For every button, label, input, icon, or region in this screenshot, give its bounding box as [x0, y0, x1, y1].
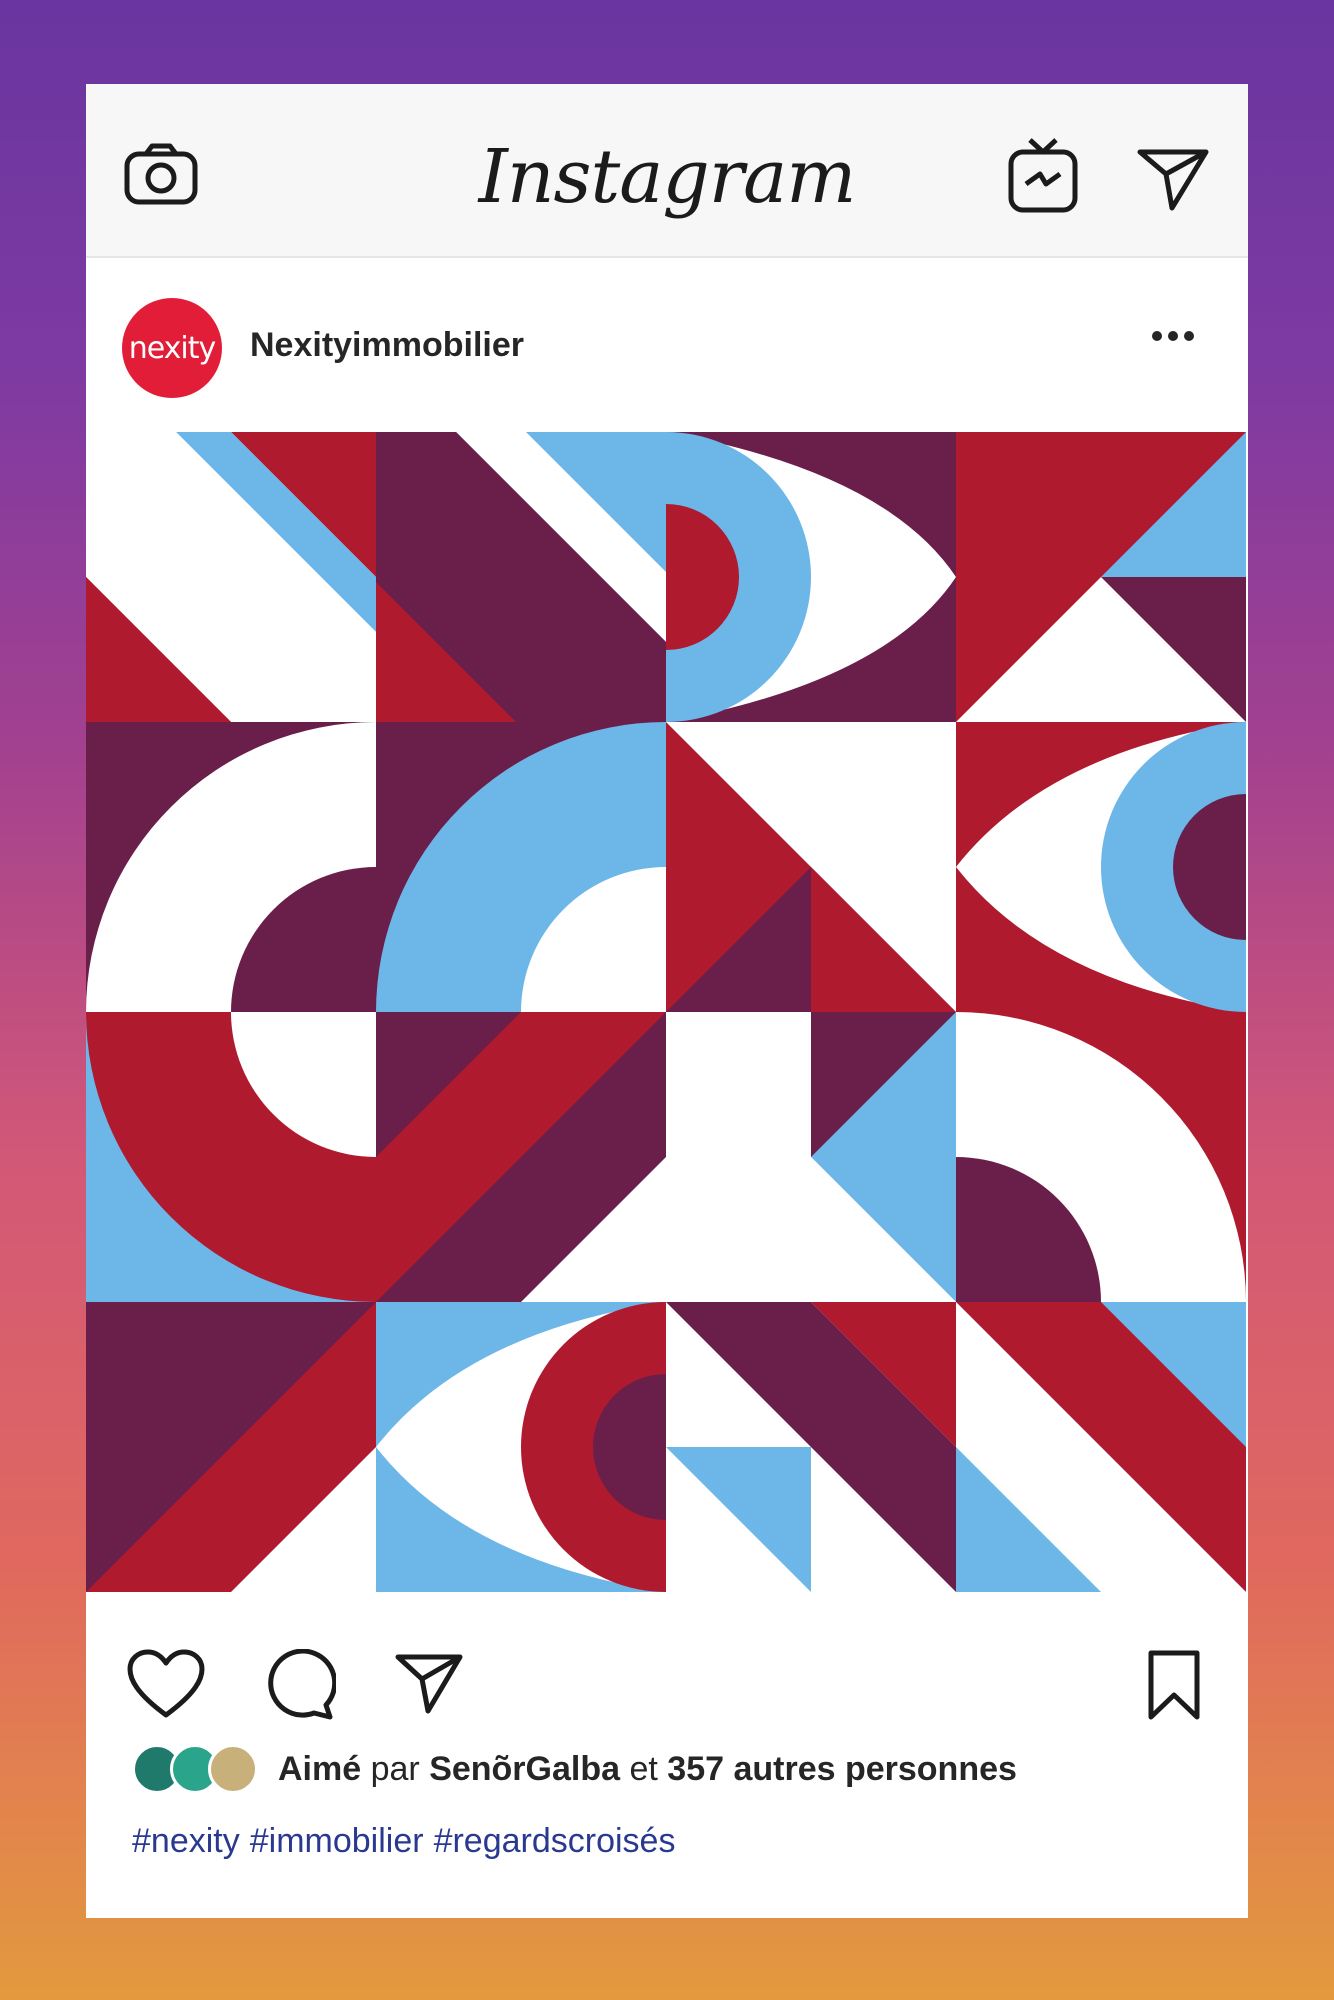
likes-summary: Aimé par SenõrGalba et 357 autres person… [86, 1744, 1248, 1824]
art-tile-r2c2 [666, 1012, 956, 1302]
likes-et: et [629, 1750, 658, 1788]
app-header: Instagram [86, 84, 1248, 258]
avatar-logo-text: nexity [128, 330, 217, 366]
art-tile-r0c1 [376, 432, 666, 722]
art-tile-r1c3 [956, 722, 1246, 1012]
likes-prefix: Aimé [278, 1750, 362, 1788]
avatar[interactable]: nexity [122, 298, 222, 398]
art-tile-r2c0 [86, 1012, 376, 1302]
likes-par: par [370, 1750, 420, 1788]
liker-avatar[interactable] [208, 1744, 258, 1794]
share-icon[interactable] [394, 1651, 464, 1715]
art-tile-r3c0 [86, 1302, 376, 1592]
post-actions [86, 1639, 1248, 1759]
comment-icon[interactable] [264, 1649, 336, 1721]
art-tile-r1c0 [86, 722, 376, 1012]
art-tile-r2c1 [376, 1012, 666, 1302]
art-tile-r2c3 [956, 1012, 1246, 1302]
paper-plane-icon[interactable] [1136, 146, 1210, 212]
likes-text[interactable]: Aimé par SenõrGalba et 357 autres person… [278, 1750, 1017, 1789]
igtv-icon[interactable] [1008, 136, 1078, 214]
art-tile-r0c2 [666, 432, 956, 722]
heart-icon[interactable] [126, 1649, 206, 1719]
hashtag-link[interactable]: #regardscroisés [434, 1822, 676, 1860]
art-tile-r0c0 [86, 432, 376, 722]
instagram-post-card: Instagram nexity Nexityimmobilier Aimé p… [86, 84, 1248, 1918]
bookmark-icon[interactable] [1146, 1649, 1202, 1721]
hashtag-link[interactable]: #immobilier [250, 1822, 424, 1860]
art-tile-r3c1 [376, 1302, 666, 1592]
caption-hashtags: #nexity #immobilier #regardscroisés [132, 1822, 685, 1861]
likes-user[interactable]: SenõrGalba [429, 1750, 620, 1788]
art-tile-r1c2 [666, 722, 956, 1012]
page-background: { "app": { "title": "Instagram" }, "colo… [0, 0, 1334, 2000]
username[interactable]: Nexityimmobilier [250, 326, 524, 365]
likes-count[interactable]: 357 autres personnes [667, 1750, 1017, 1788]
more-options-icon[interactable] [1151, 330, 1195, 342]
post-image[interactable] [86, 432, 1248, 1594]
hashtag-link[interactable]: #nexity [132, 1822, 240, 1860]
art-tile-r0c3 [956, 432, 1246, 722]
art-tile-r1c1 [376, 722, 666, 1012]
